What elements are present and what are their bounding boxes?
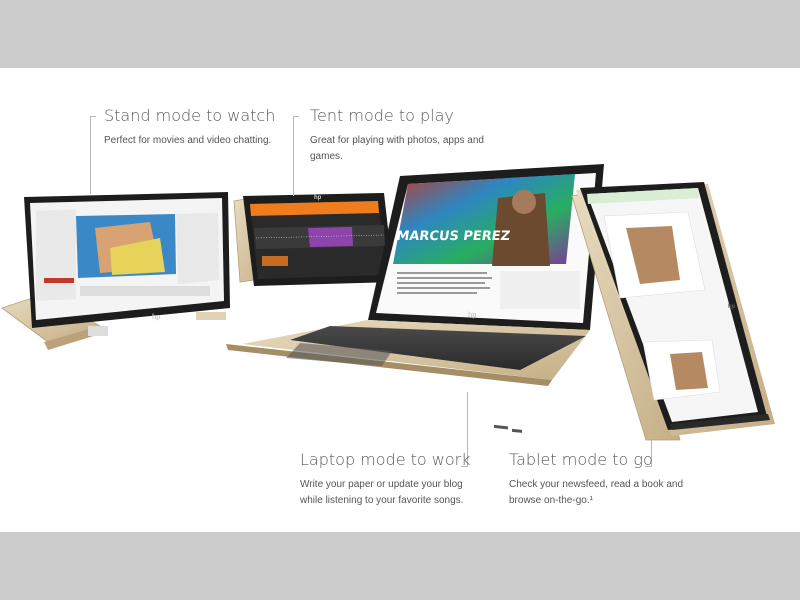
callout-tablet-mode: Tablet mode to go Check your newsfeed, r… bbox=[509, 450, 684, 509]
callout-heading: Stand mode to watch bbox=[104, 106, 276, 125]
callout-laptop-mode: Laptop mode to work Write your paper or … bbox=[300, 450, 475, 509]
svg-text:hp: hp bbox=[314, 195, 322, 201]
leader-line-tent-tick bbox=[293, 116, 299, 117]
svg-text:hp: hp bbox=[468, 312, 477, 319]
leader-line-stand-tick bbox=[90, 116, 96, 117]
callout-stand-mode: Stand mode to watch Perfect for movies a… bbox=[104, 106, 279, 149]
callout-tent-mode: Tent mode to play Great for playing with… bbox=[310, 106, 485, 165]
tablet-mode-laptop: hp bbox=[571, 182, 775, 441]
tent-mode-laptop: hp bbox=[233, 193, 394, 286]
callout-description: Check your newsfeed, read a book and bro… bbox=[509, 479, 683, 506]
product-image-canvas: hp hp MARCUS PEREZ hp hp Stand mode to w… bbox=[0, 68, 800, 532]
callout-description: Perfect for movies and video chatting. bbox=[104, 135, 272, 146]
callout-description: Great for playing with photos, apps and … bbox=[310, 135, 484, 162]
svg-text:hp: hp bbox=[728, 304, 736, 310]
callout-heading: Tent mode to play bbox=[310, 106, 454, 125]
leader-line-stand bbox=[90, 116, 91, 194]
callout-heading: Laptop mode to work bbox=[300, 450, 471, 469]
callout-heading: Tablet mode to go bbox=[509, 450, 653, 469]
svg-text:hp: hp bbox=[152, 314, 161, 321]
stand-mode-laptop: hp bbox=[1, 192, 230, 350]
blog-title: MARCUS PEREZ bbox=[395, 229, 511, 244]
callout-description: Write your paper or update your blog whi… bbox=[300, 479, 464, 506]
leader-line-tent bbox=[293, 116, 294, 196]
